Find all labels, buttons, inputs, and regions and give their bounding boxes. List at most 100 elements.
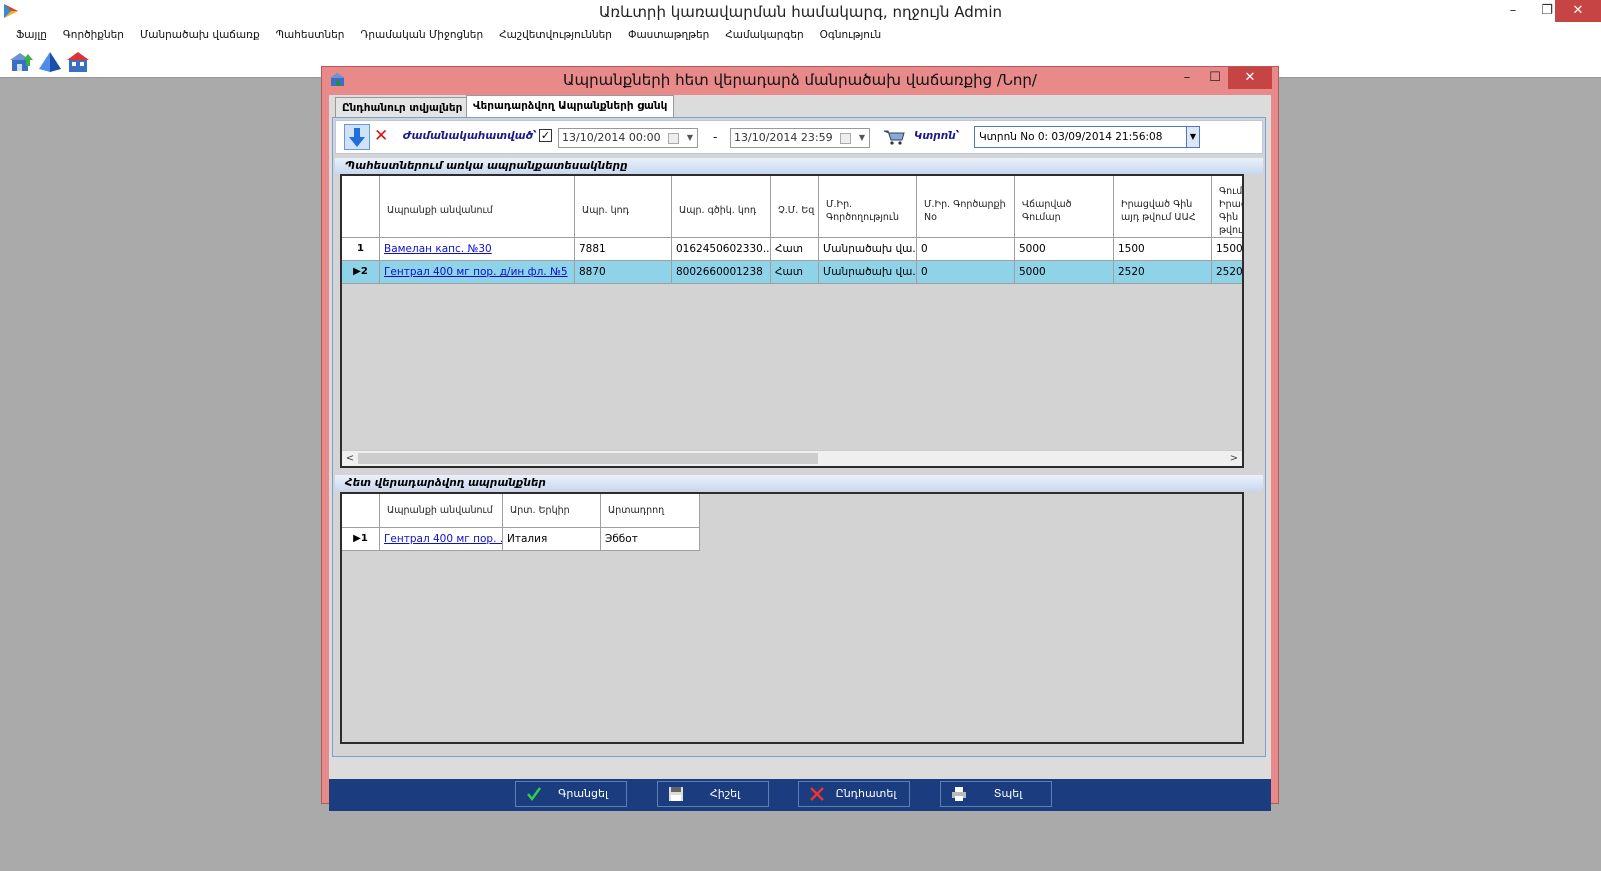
- cart-select-value: Կտրոն No 0: 03/09/2014 21:56:08: [979, 131, 1163, 143]
- calendar-icon: [668, 133, 679, 144]
- return-dialog: Ապրանքների հետ վերադարձ մանրածախ վաճառքի…: [321, 66, 1279, 811]
- table-row[interactable]: ▶1 Гентрал 400 мг пор. ... Италия Эббот: [342, 528, 700, 551]
- save-label: Հիշել: [709, 787, 741, 800]
- menu-tools[interactable]: Գործիքներ: [55, 24, 132, 46]
- deal-no-cell: 0: [917, 238, 1015, 261]
- menu-help[interactable]: Օգնություն: [812, 24, 890, 46]
- date-from-picker[interactable]: 13/10/2014 00:00 ▼: [558, 128, 698, 148]
- cart-icon[interactable]: [883, 129, 905, 145]
- menu-documents[interactable]: Փաստաթղթեր: [620, 24, 717, 46]
- stock-items-grid: Ապրանքի անվանում Ապր. կոդ Ապր. գծիկ. կոդ…: [340, 174, 1244, 468]
- dialog-maximize-button[interactable]: ☐: [1200, 67, 1230, 89]
- paid-amount-cell: 5000: [1015, 238, 1114, 261]
- save-button[interactable]: Հիշել: [657, 781, 769, 807]
- country-cell: Италия: [503, 528, 601, 551]
- minimize-button[interactable]: –: [1496, 0, 1530, 22]
- sale-price-cell: 1500: [1114, 238, 1212, 261]
- menu-bar: Ֆայլը Գործիքներ Մանրածախ վաճառք Պահեստնե…: [0, 24, 1601, 46]
- printer-icon: [952, 787, 966, 801]
- col-product-name[interactable]: Ապրանքի անվանում: [380, 176, 575, 238]
- pyramid-icon[interactable]: [38, 51, 62, 73]
- stock-grid-header: Ապրանքի անվանում Ապր. կոդ Ապր. գծիկ. կոդ…: [342, 176, 1242, 238]
- col-product-code[interactable]: Ապր. կոդ: [575, 176, 672, 238]
- table-row[interactable]: 1 Вамелан капс. №30 7881 0162450602330..…: [342, 238, 1242, 261]
- app-title-bar: Առևտրի կառավարման համակարգ, ողջույն Admi…: [0, 0, 1601, 24]
- returned-items-grid: Ապրանքի անվանում Արտ. Երկիր Արտադրող ▶1 …: [340, 492, 1244, 744]
- row-header-corner: [342, 176, 380, 238]
- period-label: Ժամանակահատված՝: [403, 130, 537, 142]
- returned-items-title: Հետ վերադարձվող ապրանքներ: [335, 475, 1263, 491]
- cancel-label: Ընդհատել: [835, 787, 897, 800]
- barcode-cell: 8002660001238: [672, 261, 771, 284]
- col-unit[interactable]: Չ.Մ. Եզ: [771, 176, 819, 238]
- horizontal-scrollbar[interactable]: < >: [342, 450, 1242, 466]
- col-sale-price[interactable]: Իրացված Գին այդ թվում ԱԱՀ: [1114, 176, 1212, 238]
- product-name-cell[interactable]: Гентрал 400 мг пор. ...: [380, 528, 503, 551]
- total-cell: 1500: [1212, 238, 1242, 261]
- product-name-cell[interactable]: Гентрал 400 мг пор. д/ин фл. №5: [380, 261, 575, 284]
- product-name-link[interactable]: Гентрал 400 мг пор. д/ин фл. №5: [384, 266, 568, 278]
- warehouse-up-icon[interactable]: [10, 51, 34, 73]
- menu-file[interactable]: Ֆայլը: [8, 24, 55, 46]
- returned-items-panel: ✕ Ժամանակահատված՝ ✓ 13/10/2014 00:00 ▼ -…: [332, 117, 1266, 757]
- total-cell: 2520: [1212, 261, 1242, 284]
- returned-grid-header: Ապրանքի անվանում Արտ. Երկիր Արտադրող: [342, 494, 700, 528]
- product-name-link[interactable]: Гентрал 400 мг пор. ...: [384, 533, 502, 545]
- table-row-selected[interactable]: ▶2 Гентрал 400 мг пор. д/ин фл. №5 8870 …: [342, 261, 1242, 284]
- col-total[interactable]: Գում. Իրաց. Գին թվում: [1212, 176, 1242, 238]
- col-country[interactable]: Արտ. Երկիր: [503, 494, 601, 528]
- cart-label: Կտրոն՝: [914, 130, 960, 142]
- menu-reports[interactable]: Հաշվետվություններ: [491, 24, 620, 46]
- tab-returned-items[interactable]: Վերադարձվող Ապրանքների ցանկ: [466, 95, 675, 117]
- manufacturer-cell: Эббот: [601, 528, 700, 551]
- date-range-dash: -: [713, 130, 718, 144]
- col-deal-no[interactable]: Մ.Իր. Գործարքի No: [917, 176, 1015, 238]
- scroll-left-arrow[interactable]: <: [343, 451, 357, 466]
- scroll-right-arrow[interactable]: >: [1227, 451, 1241, 466]
- paid-amount-cell: 5000: [1015, 261, 1114, 284]
- menu-retail[interactable]: Մանրածախ վաճառք: [132, 24, 268, 46]
- period-checkbox[interactable]: ✓: [539, 129, 552, 142]
- col-product-name[interactable]: Ապրանքի անվանում: [380, 494, 503, 528]
- tab-general[interactable]: Ընդհանուր տվյալներ: [335, 97, 470, 117]
- dialog-title: Ապրանքների հետ վերադարձ մանրածախ վաճառքի…: [563, 71, 1037, 89]
- chevron-down-icon: ▼: [858, 133, 865, 142]
- unit-cell: Հատ: [771, 261, 819, 284]
- print-label: Տպել: [993, 787, 1023, 800]
- checkmark-icon: [527, 787, 542, 802]
- col-manufacturer[interactable]: Արտադրող: [601, 494, 700, 528]
- register-label: Գրանցել: [558, 787, 608, 800]
- dialog-body: Ընդհանուր տվյալներ Վերադարձվող Ապրանքներ…: [329, 95, 1271, 811]
- operation-cell: Մանրածախ վա...: [819, 238, 917, 261]
- register-button[interactable]: Գրանցել: [515, 781, 627, 807]
- close-button[interactable]: ✕: [1555, 0, 1601, 22]
- col-operation[interactable]: Մ.Իր. Գործողություն: [819, 176, 917, 238]
- dialog-close-button[interactable]: ✕: [1228, 67, 1272, 89]
- load-button[interactable]: [344, 124, 370, 150]
- col-barcode[interactable]: Ապր. գծիկ. կոդ: [672, 176, 771, 238]
- print-button[interactable]: Տպել: [940, 781, 1052, 807]
- date-from-value: 13/10/2014 00:00: [562, 131, 661, 144]
- app-title: Առևտրի կառավարման համակարգ, ողջույն Admi…: [598, 3, 1003, 21]
- menu-systems[interactable]: Համակարգեր: [717, 24, 811, 46]
- menu-warehouses[interactable]: Պահեստներ: [268, 24, 353, 46]
- product-code-cell: 7881: [575, 238, 672, 261]
- arrow-down-icon: [349, 128, 365, 147]
- date-to-value: 13/10/2014 23:59: [734, 131, 833, 144]
- row-header-corner: [342, 494, 380, 528]
- menu-money[interactable]: Դրամական Միջոցներ: [352, 24, 491, 46]
- unit-cell: Հատ: [771, 238, 819, 261]
- building-icon[interactable]: [66, 51, 90, 73]
- col-paid-amount[interactable]: Վճարված Գումար: [1015, 176, 1114, 238]
- filter-bar: ✕ Ժամանակահատված՝ ✓ 13/10/2014 00:00 ▼ -…: [335, 120, 1263, 154]
- date-to-picker[interactable]: 13/10/2014 23:59 ▼: [730, 128, 870, 148]
- cart-select[interactable]: Կտրոն No 0: 03/09/2014 21:56:08 ▼: [974, 126, 1200, 148]
- calendar-icon: [840, 133, 851, 144]
- chevron-down-icon[interactable]: ▼: [1186, 127, 1199, 147]
- dialog-minimize-button[interactable]: –: [1172, 67, 1202, 89]
- clear-button[interactable]: ✕: [374, 126, 388, 146]
- product-name-cell[interactable]: Вамелан капс. №30: [380, 238, 575, 261]
- scroll-thumb[interactable]: [358, 453, 818, 464]
- product-name-link[interactable]: Вамелан капс. №30: [384, 243, 492, 255]
- cancel-button[interactable]: Ընդհատել: [798, 781, 910, 807]
